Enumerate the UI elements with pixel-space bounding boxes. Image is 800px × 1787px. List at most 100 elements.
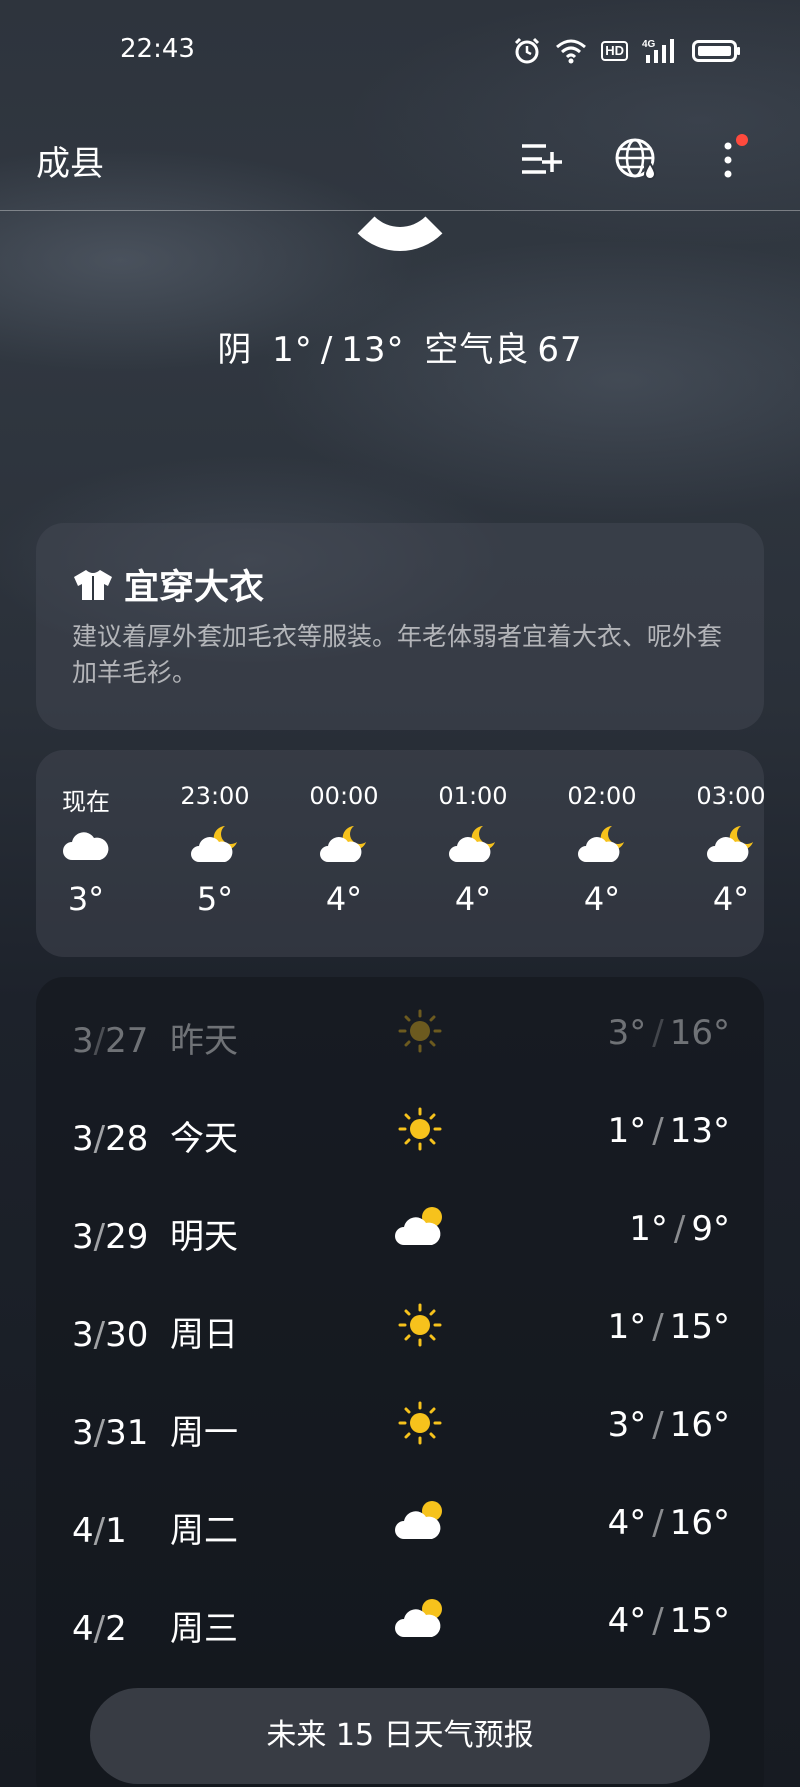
day-date: 3/31 周一 — [72, 1413, 238, 1453]
more-icon — [724, 142, 732, 178]
day-high: 16° — [669, 1405, 730, 1445]
cloud-moon-icon — [707, 826, 753, 862]
status-icons: HD 4G — [513, 34, 742, 68]
hourly-temp: 5° — [196, 880, 234, 918]
hourly-item: 02:00 4° — [552, 750, 652, 957]
sun-icon — [398, 1009, 442, 1053]
more-button[interactable] — [698, 130, 758, 190]
day-low: 1° — [607, 1111, 647, 1151]
hourly-time: 00:00 — [309, 782, 379, 810]
current-high: 13° — [341, 330, 405, 370]
daily-row[interactable]: 3/30 周日 1°/15° — [36, 1277, 764, 1375]
day-temp: 3°/16° — [607, 1013, 730, 1053]
hourly-temp: 3° — [67, 880, 105, 918]
day-month: 3 — [72, 1315, 94, 1355]
day-date: 4/1 周二 — [72, 1511, 238, 1551]
day-month: 4 — [72, 1609, 94, 1649]
current-separator: / — [320, 330, 334, 370]
day-day: 1 — [105, 1511, 127, 1551]
hourly-temp: 4° — [583, 880, 621, 918]
cloud-icon — [63, 832, 109, 860]
day-high: 15° — [669, 1307, 730, 1347]
day-date: 4/2 周三 — [72, 1609, 238, 1649]
battery-icon — [692, 40, 740, 62]
day-low: 4° — [607, 1601, 647, 1641]
day-low: 4° — [607, 1503, 647, 1543]
day-high: 16° — [669, 1503, 730, 1543]
add-city-icon — [522, 144, 562, 174]
hourly-temp: 4° — [454, 880, 492, 918]
day-label: 周二 — [169, 1511, 238, 1551]
day-label: 周日 — [170, 1315, 238, 1355]
hourly-item: 23:00 5° — [165, 750, 265, 957]
alarm-icon — [515, 37, 540, 64]
hourly-temp: 4° — [325, 880, 363, 918]
day-low: 1° — [607, 1307, 647, 1347]
hourly-time: 01:00 — [438, 782, 508, 810]
hourly-time: 03:00 — [696, 782, 764, 810]
day-low: 3° — [607, 1405, 647, 1445]
hourly-forecast-card[interactable]: 现在 3° 23:00 5° 00:00 4° 01:00 4° 02:00 4… — [36, 750, 764, 957]
day-day: 30 — [105, 1315, 149, 1355]
day-high: 16° — [669, 1013, 730, 1053]
day-day: 27 — [105, 1021, 149, 1061]
day-date: 3/27 昨天 — [72, 1021, 238, 1061]
clothing-title-row: 宜穿大衣 — [72, 559, 264, 610]
day-month: 3 — [72, 1413, 94, 1453]
cloud-moon-icon — [320, 826, 366, 862]
header: 成县 — [0, 110, 800, 211]
day-high: 15° — [669, 1601, 730, 1641]
daily-row[interactable]: 3/31 周一 3°/16° — [36, 1375, 764, 1473]
day-day: 2 — [105, 1609, 127, 1649]
hourly-time: 23:00 — [180, 782, 250, 810]
globe-weather-button[interactable] — [607, 130, 667, 190]
day-date: 3/28 今天 — [72, 1119, 238, 1159]
day-label: 今天 — [170, 1119, 238, 1159]
current-condition: 阴 — [217, 330, 253, 370]
clothing-card[interactable]: 宜穿大衣 建议着厚外套加毛衣等服装。年老体弱者宜着大衣、呢外套加羊毛衫。 — [36, 523, 764, 730]
cloud-moon-icon — [578, 826, 624, 862]
aqi-label[interactable]: 空气良 — [424, 330, 529, 370]
day-temp: 1°/15° — [607, 1307, 730, 1347]
network-label: 4G — [642, 39, 656, 50]
day-label: 昨天 — [170, 1021, 238, 1061]
clothing-title: 宜穿大衣 — [124, 568, 265, 608]
daily-row-today[interactable]: 3/28 今天 1°/13° — [36, 1081, 764, 1179]
cloud-sun-icon — [395, 1501, 442, 1539]
status-bar: 22:43 HD 4G — [0, 0, 800, 100]
daily-forecast-card: 3/27 昨天 3°/16° 3/28 今天 1°/13° 3/29 明天 1°… — [36, 977, 764, 1787]
day-high: 9° — [691, 1209, 730, 1249]
day-low: 1° — [629, 1209, 668, 1249]
day-temp: 1°/9° — [629, 1209, 730, 1249]
cloud-sun-icon — [395, 1207, 442, 1245]
current-low: 1° — [272, 330, 313, 370]
cloud-moon-icon — [449, 826, 495, 862]
add-city-button[interactable] — [512, 130, 572, 190]
day-month: 3 — [72, 1217, 94, 1257]
hourly-time: 02:00 — [567, 782, 637, 810]
daily-row[interactable]: 4/1 周二 4°/16° — [36, 1473, 764, 1571]
cloud-moon-icon — [191, 826, 237, 862]
shirt-icon — [74, 569, 112, 600]
hourly-time: 现在 — [62, 788, 110, 816]
daily-row[interactable]: 4/2 周三 4°/15° — [36, 1571, 764, 1669]
day-temp: 1°/13° — [607, 1111, 730, 1151]
day-month: 3 — [72, 1021, 94, 1061]
daily-row-tomorrow[interactable]: 3/29 明天 1°/9° — [36, 1179, 764, 1277]
hd-icon: HD — [601, 41, 628, 61]
big-temperature-partial — [0, 211, 800, 271]
daily-row-yesterday[interactable]: 3/27 昨天 3°/16° — [36, 983, 764, 1081]
day-day: 28 — [105, 1119, 149, 1159]
hourly-item: 现在 3° — [36, 750, 136, 957]
aqi-value[interactable]: 67 — [537, 330, 582, 370]
wifi-icon — [556, 39, 587, 64]
day-date: 3/29 明天 — [72, 1217, 238, 1257]
hourly-temp: 4° — [712, 880, 750, 918]
weather-screen: 22:43 HD 4G 成县 阴 1° / 13° 空气良 67 宜穿大衣 建议… — [0, 0, 800, 1787]
day-low: 3° — [607, 1013, 647, 1053]
city-name[interactable]: 成县 — [36, 136, 104, 185]
day-label: 周一 — [170, 1413, 238, 1453]
current-summary: 阴 1°/13° 空气良 67 — [0, 322, 800, 371]
15-day-forecast-button[interactable]: 未来 15 日天气预报 — [90, 1688, 710, 1784]
day-temp: 3°/16° — [607, 1405, 730, 1445]
